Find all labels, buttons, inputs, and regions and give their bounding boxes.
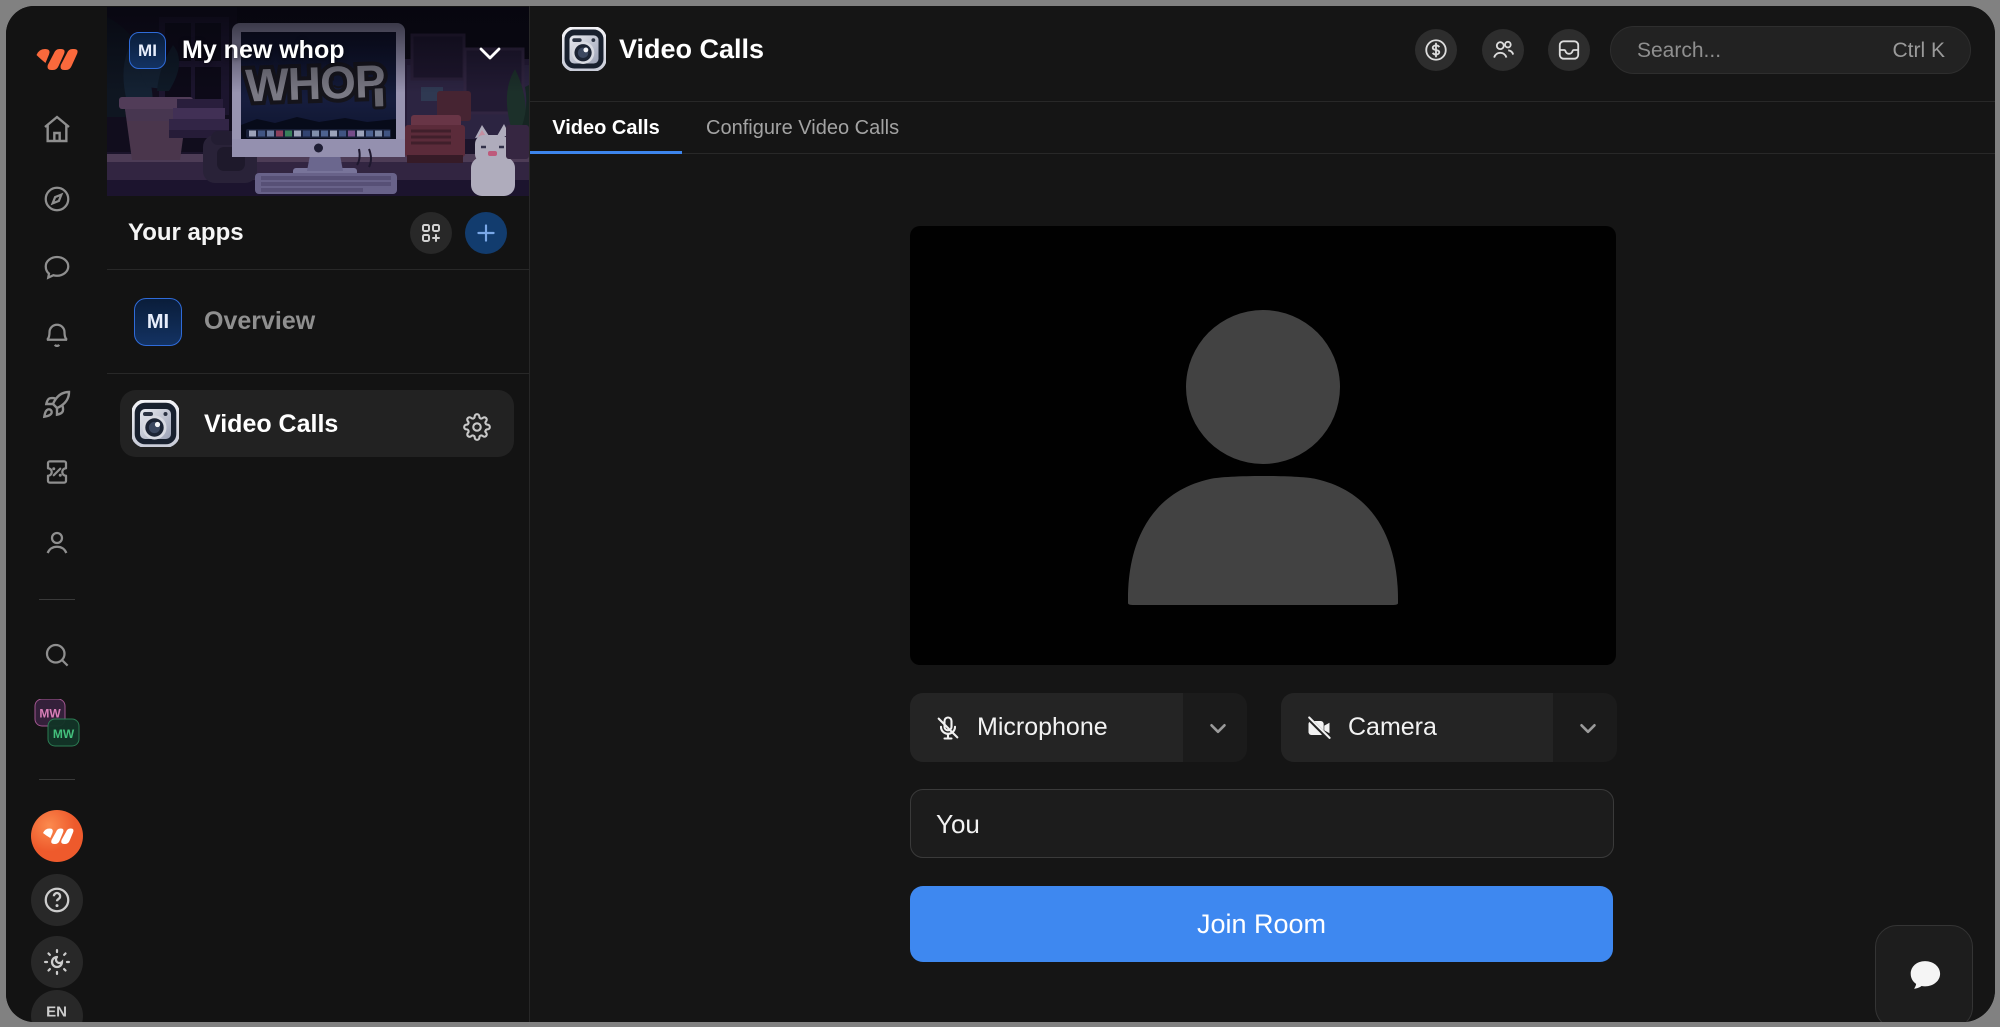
svg-text:MW: MW (39, 707, 61, 721)
svg-text:MW: MW (52, 727, 74, 741)
